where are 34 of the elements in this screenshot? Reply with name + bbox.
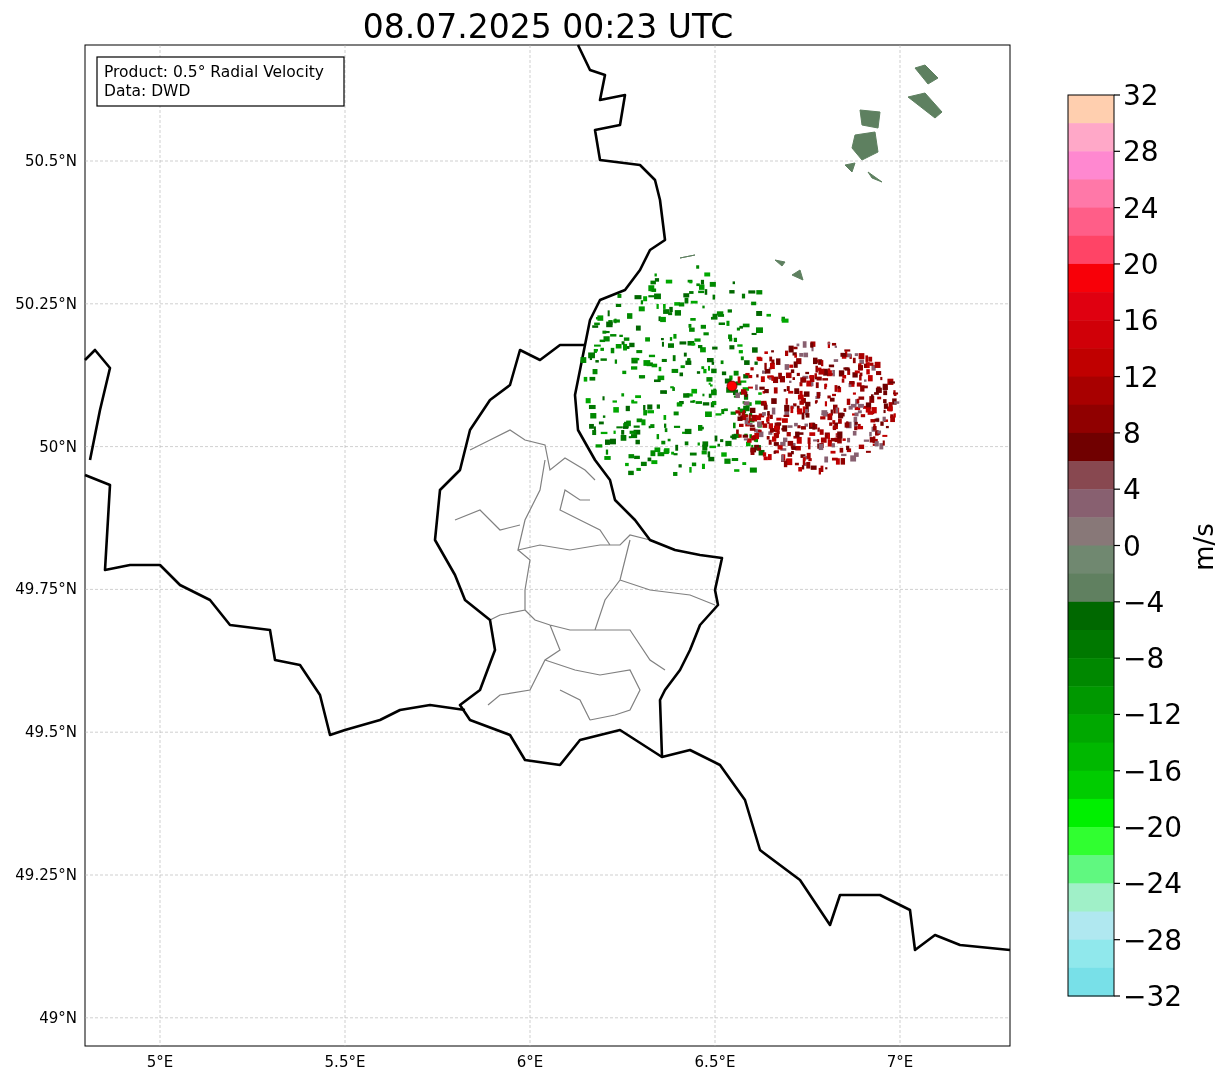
latitude-label: 50.25°N: [15, 294, 77, 313]
colorbar-tick-label: −4: [1123, 585, 1165, 619]
chart-title: 08.07.2025 00:23 UTC: [362, 7, 734, 46]
colorbar-tick-label: −8: [1123, 642, 1165, 676]
colorbar-tick-label: −16: [1123, 754, 1183, 788]
latitude-label: 50.5°N: [24, 152, 77, 170]
latitude-label: 49.25°N: [15, 866, 77, 884]
latitude-label: 49.5°N: [24, 723, 77, 742]
latitude-label: 50°N: [39, 437, 77, 456]
colorbar-tick-label: 0: [1123, 529, 1141, 563]
longitude-label: 6°E: [516, 1053, 544, 1071]
colorbar-tick-label: −32: [1123, 980, 1183, 1013]
colorbar-tick-label: 12: [1123, 360, 1159, 394]
colorbar-tick-label: −24: [1123, 867, 1183, 901]
colorbar-tick-label: 28: [1123, 135, 1159, 169]
latitude-label: 49.75°N: [15, 580, 77, 599]
colorbar-tick-label: −12: [1123, 698, 1183, 732]
longitude-label: 6.5°E: [694, 1053, 736, 1071]
colorbar-tick-label: 8: [1123, 416, 1141, 450]
colorbar-tick-label: 32: [1123, 79, 1159, 112]
colorbar-tick-label: 24: [1123, 191, 1159, 225]
colorbar-tick-label: 16: [1123, 304, 1159, 338]
colorbar-tick-label: 4: [1123, 473, 1141, 507]
legend-text: Product: 0.5° Radial Velocity: [104, 63, 324, 81]
longitude-label: 5°E: [146, 1053, 174, 1071]
longitude-label: 5.5°E: [324, 1053, 366, 1071]
colorbar-tick-label: −20: [1123, 811, 1183, 845]
colorbar-tick-label: −28: [1123, 923, 1183, 957]
longitude-label: 7°E: [886, 1053, 914, 1071]
colorbar-tick-label: 20: [1123, 247, 1159, 281]
colorbar-unit-label: m/s: [1189, 523, 1219, 571]
latitude-label: 49°N: [39, 1008, 77, 1027]
radar-site-marker: [726, 380, 738, 392]
legend-text: Data: DWD: [104, 82, 191, 100]
